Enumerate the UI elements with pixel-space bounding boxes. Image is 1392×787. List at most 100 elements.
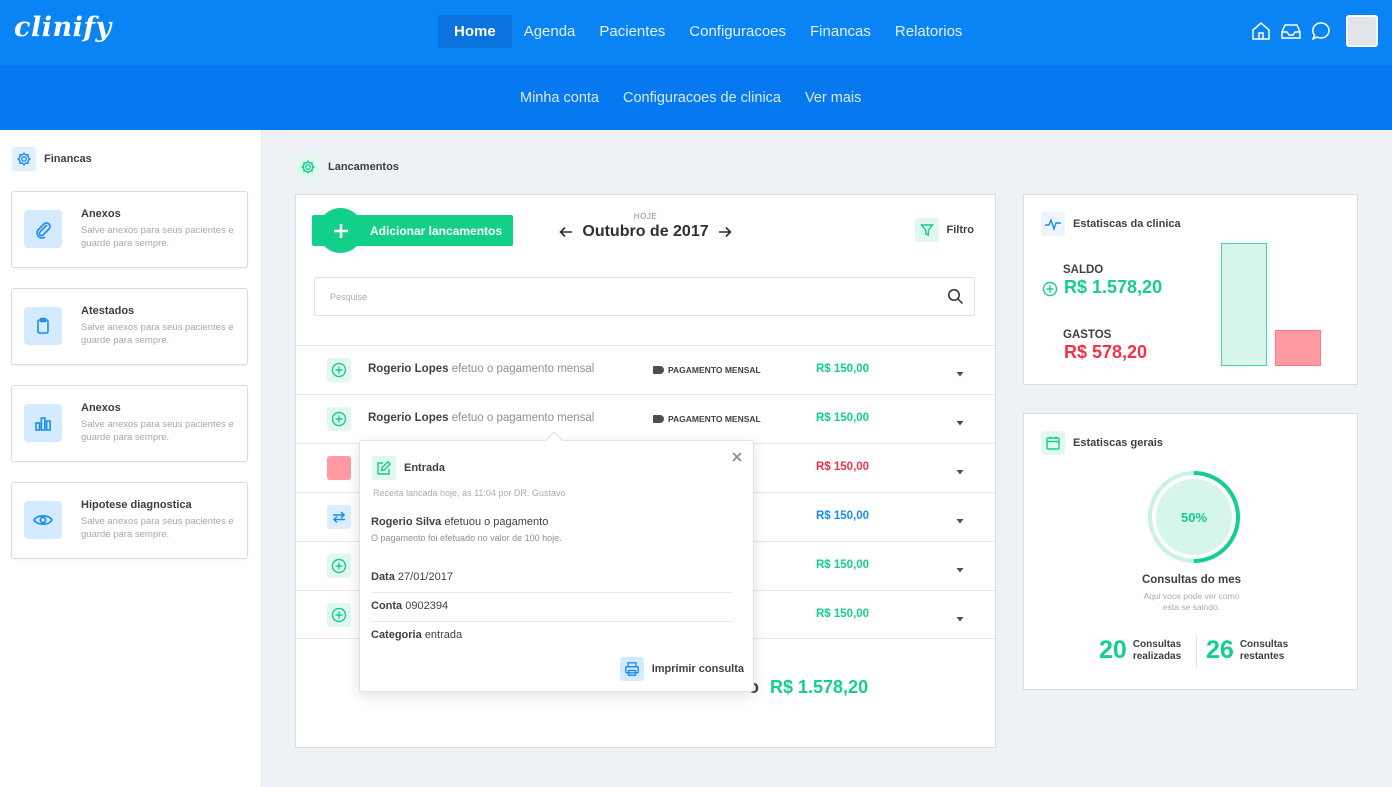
chat-icon[interactable] bbox=[1310, 20, 1332, 42]
popup-title-label: Entrada bbox=[404, 462, 445, 474]
transfer-icon bbox=[327, 505, 351, 529]
row-tag: PAGAMENTO MENSAL bbox=[653, 414, 761, 424]
stat-realizadas-label-1: Consultas bbox=[1132, 638, 1182, 650]
card-title: Anexos bbox=[81, 208, 121, 220]
search-icon[interactable] bbox=[947, 288, 964, 310]
nav-relatorios[interactable]: Relatorios bbox=[883, 15, 975, 48]
nav-configuracoes[interactable]: Configuracoes bbox=[677, 15, 798, 48]
card-desc: Salve anexos para seus pacientes e guard… bbox=[81, 322, 234, 346]
plus-circle-icon bbox=[327, 358, 351, 382]
plus-circle-icon bbox=[327, 407, 351, 431]
subnav-ver-mais[interactable]: Ver mais bbox=[793, 90, 873, 106]
gear-icon bbox=[12, 147, 36, 171]
month-caption: HOJE bbox=[633, 212, 658, 221]
tag-icon bbox=[653, 415, 664, 423]
pulse-icon bbox=[1041, 212, 1065, 236]
card-desc: Salve anexos para seus pacientes e guard… bbox=[81, 516, 234, 540]
main-title: Lancamentos bbox=[296, 155, 399, 179]
logo[interactable]: clinify bbox=[14, 12, 112, 43]
plus-circle-icon bbox=[327, 603, 351, 627]
consultas-title: Consultas do mes bbox=[1141, 574, 1242, 586]
next-month-icon[interactable] bbox=[717, 224, 733, 240]
table-row[interactable]: Rogerio Lopes efetuo o pagamento mensal … bbox=[296, 345, 995, 394]
chevron-down-icon[interactable] bbox=[955, 611, 965, 622]
nav-pacientes[interactable]: Pacientes bbox=[587, 15, 677, 48]
add-lancamento-label: Adicionar lancamentos bbox=[370, 224, 503, 238]
progress-label: 50% bbox=[1180, 510, 1208, 525]
field-value: 27/01/2017 bbox=[397, 571, 453, 583]
close-icon[interactable] bbox=[730, 450, 744, 464]
minus-icon bbox=[327, 456, 351, 480]
filter-icon bbox=[914, 218, 939, 242]
row-amount: R$ 150,00 bbox=[816, 461, 870, 473]
row-name-text: Rogerio Lopes bbox=[368, 412, 449, 424]
top-navbar: clinify Home Agenda Pacientes Configurac… bbox=[0, 0, 1392, 65]
total-amount: R$ 1.578,20 bbox=[770, 677, 869, 697]
stat-restantes-label-1: Consultas bbox=[1239, 638, 1289, 650]
row-tag: PAGAMENTO MENSAL bbox=[653, 365, 761, 375]
row-amount: R$ 150,00 bbox=[816, 412, 870, 424]
popup-note: O pagamento foi efetuado no valor de 100… bbox=[371, 533, 562, 543]
clinic-stats-title: Estatiscas da clinica bbox=[1041, 212, 1181, 236]
subnav-configuracoes-clinica[interactable]: Configuracoes de clinica bbox=[611, 90, 793, 106]
chevron-down-icon[interactable] bbox=[955, 366, 965, 377]
chevron-down-icon[interactable] bbox=[955, 562, 965, 573]
entry-detail-popup: Entrada Receita lancada hoje, as 11:04 p… bbox=[359, 431, 754, 692]
card-title: Hipotese diagnostica bbox=[81, 499, 192, 511]
subnav-minha-conta[interactable]: Minha conta bbox=[508, 90, 611, 106]
row-name: Rogerio Lopes efetuo o pagamento mensal bbox=[368, 363, 594, 375]
sidebar-card-hipotese[interactable]: Hipotese diagnostica Salve anexos para s… bbox=[11, 482, 248, 559]
sidebar-title-label: Financas bbox=[44, 153, 92, 165]
row-name: Rogerio Lopes efetuo o pagamento mensal bbox=[368, 412, 594, 424]
chevron-down-icon[interactable] bbox=[955, 415, 965, 426]
add-lancamento-button[interactable]: Adicionar lancamentos bbox=[312, 208, 513, 253]
popup-field-data: Data 27/01/2017 bbox=[371, 571, 733, 593]
nav-home[interactable]: Home bbox=[438, 15, 512, 48]
search-input[interactable] bbox=[315, 278, 935, 315]
row-amount: R$ 150,00 bbox=[816, 559, 870, 571]
clipboard-icon bbox=[24, 307, 62, 345]
popup-who-action: efetuou o pagamento bbox=[444, 516, 549, 528]
filter-button[interactable]: Filtro bbox=[914, 218, 974, 242]
table-row[interactable]: Rogerio Lopes efetuo o pagamento mensal … bbox=[296, 394, 995, 443]
plus-circle-icon bbox=[1042, 281, 1058, 302]
chevron-down-icon[interactable] bbox=[955, 513, 965, 524]
gastos-label: GASTOS bbox=[1063, 329, 1112, 341]
nav-financas[interactable]: Financas bbox=[798, 15, 883, 48]
row-desc: efetuo o pagamento mensal bbox=[451, 412, 595, 424]
row-tag-text: PAGAMENTO MENSAL bbox=[668, 365, 761, 375]
nav-agenda[interactable]: Agenda bbox=[512, 15, 588, 48]
chevron-down-icon[interactable] bbox=[955, 464, 965, 475]
popup-who: Rogerio Silva efetuou o pagamento bbox=[371, 516, 548, 528]
avatar[interactable] bbox=[1346, 15, 1378, 47]
field-label: Data bbox=[371, 571, 395, 583]
stat-realizadas: 20 Consultas realizadas bbox=[1099, 636, 1181, 665]
general-stats-title-label: Estatiscas gerais bbox=[1073, 437, 1163, 449]
saldo-bar bbox=[1221, 243, 1267, 366]
row-tag-text: PAGAMENTO MENSAL bbox=[668, 414, 761, 424]
popup-meta: Receita lancada hoje, as 11:04 por DR. G… bbox=[373, 488, 566, 498]
stat-restantes-num: 26 bbox=[1206, 636, 1234, 664]
tag-icon bbox=[653, 366, 664, 374]
row-amount: R$ 150,00 bbox=[816, 363, 870, 375]
printer-icon bbox=[619, 657, 644, 681]
row-name-text: Rogerio Lopes bbox=[368, 363, 449, 375]
row-desc: efetuo o pagamento mensal bbox=[451, 363, 595, 375]
print-button[interactable]: Imprimir consulta bbox=[619, 657, 744, 681]
sidebar-card-anexos-2[interactable]: Anexos Salve anexos para seus pacientes … bbox=[11, 385, 248, 462]
sidebar-card-anexos[interactable]: Anexos Salve anexos para seus pacientes … bbox=[11, 191, 248, 268]
field-label: Conta bbox=[371, 600, 403, 612]
search-box bbox=[314, 277, 975, 316]
prev-month-icon[interactable] bbox=[558, 224, 574, 240]
print-label: Imprimir consulta bbox=[651, 663, 744, 675]
stat-realizadas-num: 20 bbox=[1099, 636, 1127, 664]
main-title-label: Lancamentos bbox=[328, 161, 399, 173]
general-stats-title: Estatiscas gerais bbox=[1041, 431, 1163, 455]
home-icon[interactable] bbox=[1250, 20, 1272, 42]
sidebar-card-atestados[interactable]: Atestados Salve anexos para seus pacient… bbox=[11, 288, 248, 365]
stat-realizadas-label-2: realizadas bbox=[1132, 650, 1182, 662]
inbox-icon[interactable] bbox=[1280, 20, 1302, 42]
field-value: entrada bbox=[424, 629, 463, 641]
saldo-label: SALDO bbox=[1063, 264, 1104, 276]
row-amount: R$ 150,00 bbox=[816, 608, 870, 620]
